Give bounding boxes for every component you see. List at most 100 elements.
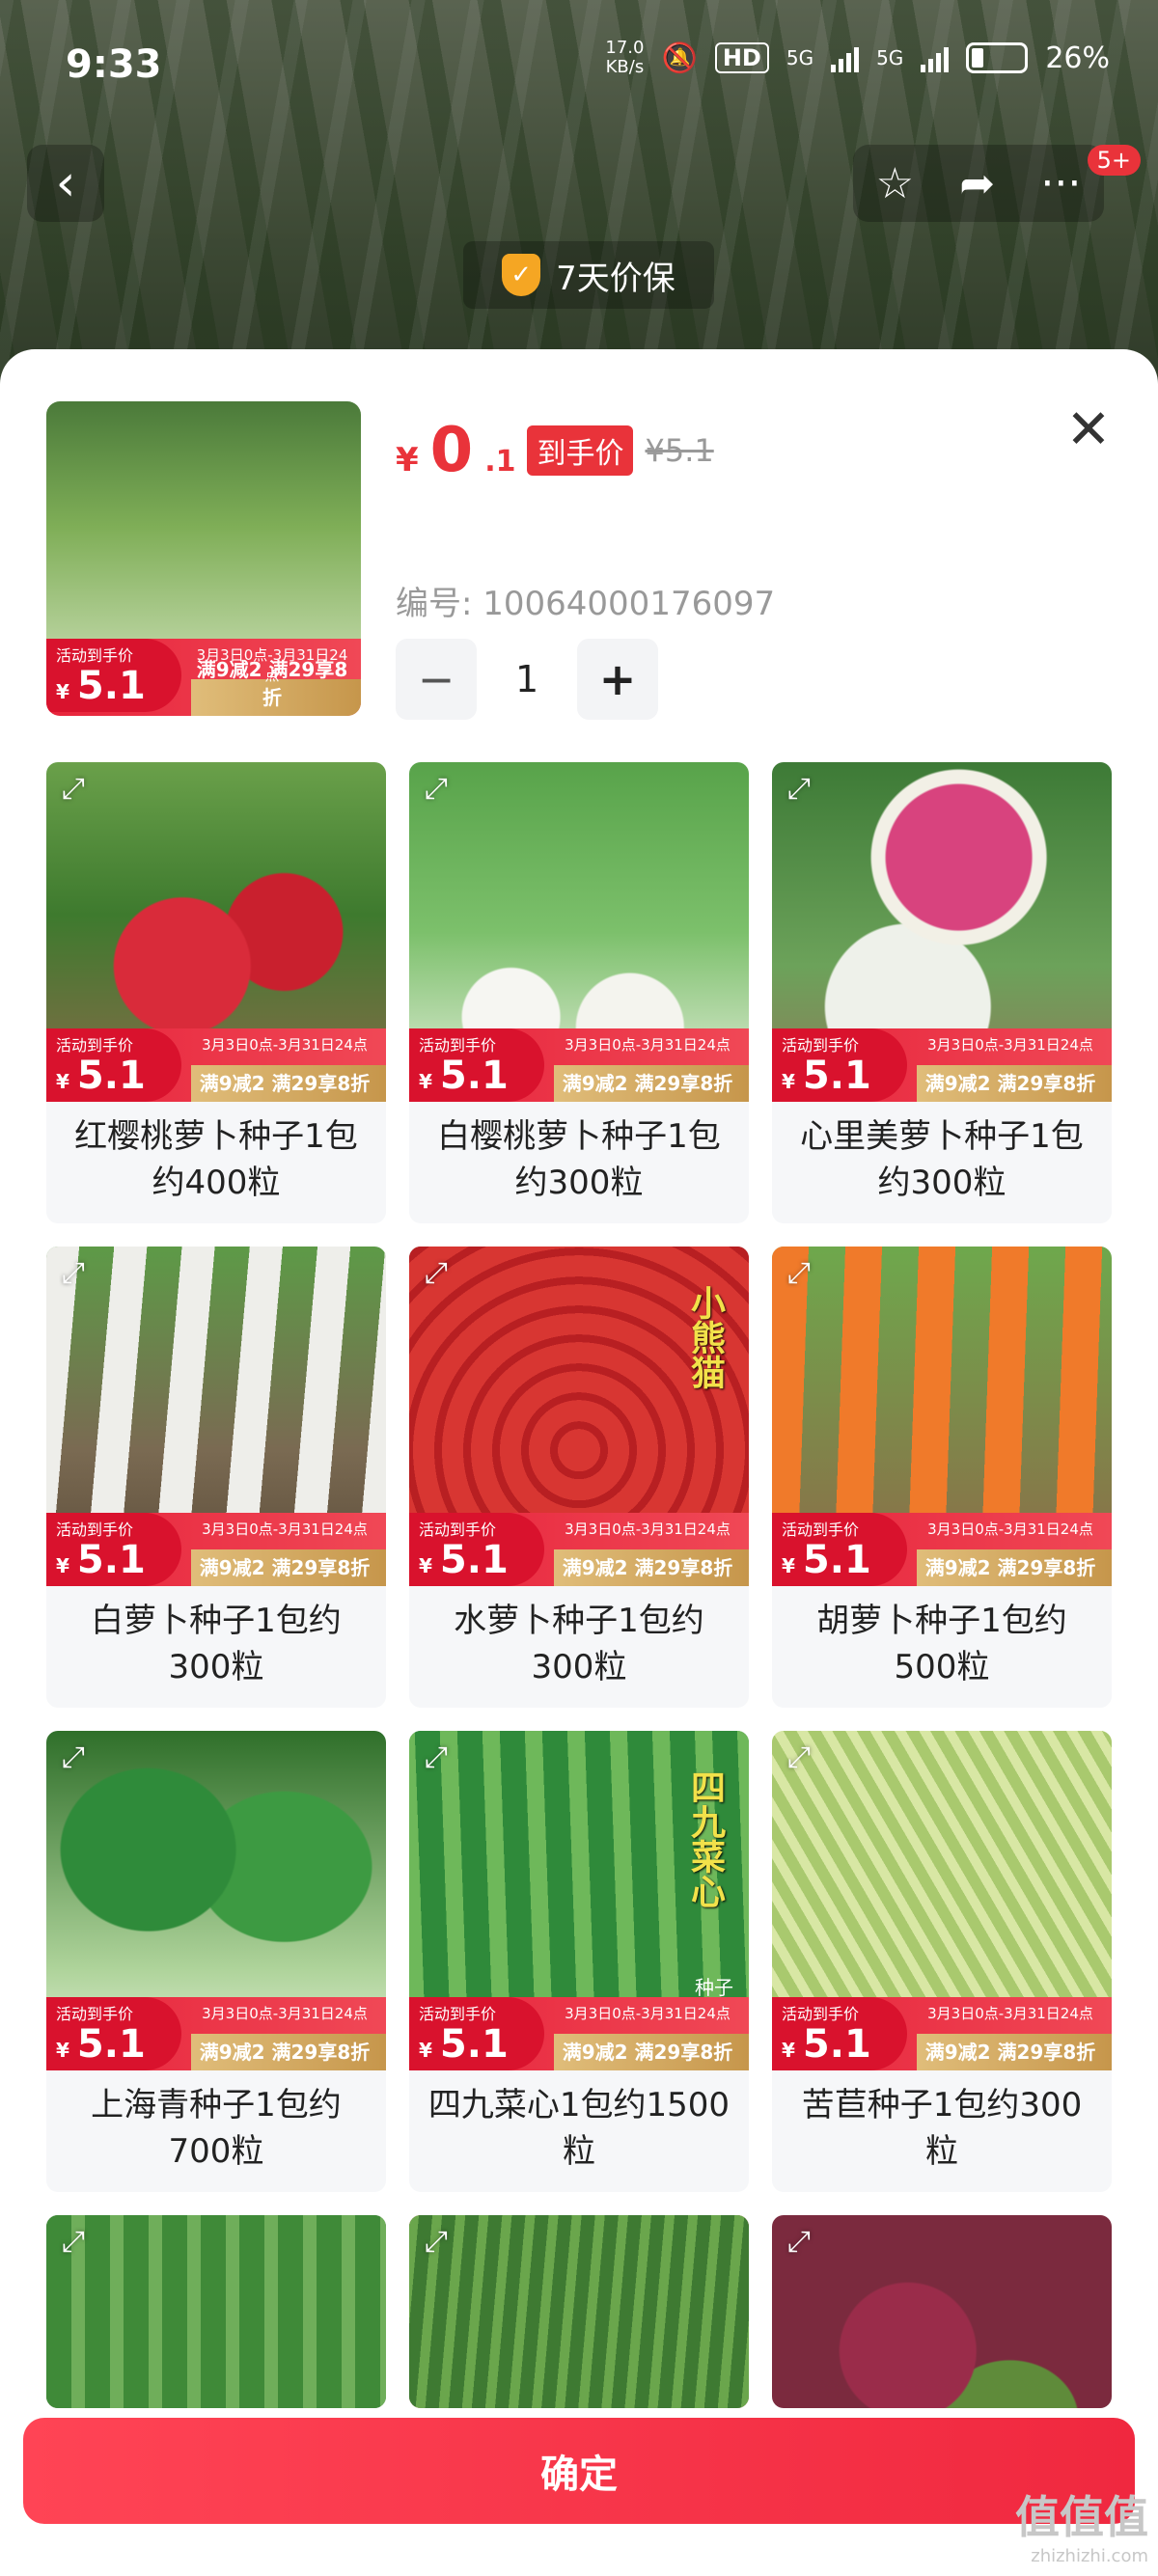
signal-icon bbox=[831, 43, 860, 72]
promo-label: 活动到手价 bbox=[56, 2005, 134, 2023]
star-icon[interactable]: ☆ bbox=[876, 159, 914, 208]
sku-title: 苦苣种子1包约300粒 bbox=[801, 2086, 1083, 2171]
promo-date: 3月3日0点-3月31日24点 bbox=[565, 2005, 731, 2022]
sku-title: 上海青种子1包约700粒 bbox=[91, 2086, 342, 2171]
selected-product-image[interactable]: 活动到手价 ¥5.1 3月3日0点-3月31日24点 满9减2 满29享8折 bbox=[46, 401, 361, 716]
currency-symbol: ¥ bbox=[396, 441, 419, 480]
sku-title: 水萝卜种子1包约300粒 bbox=[454, 1602, 704, 1686]
mute-icon: 🔕 bbox=[661, 41, 698, 75]
sku-card[interactable]: ⤢ 活动到手价 ¥5.1 3月3日0点-3月31日24点 满9减2 满29享8折 心里美萝… bbox=[772, 762, 1112, 1223]
sku-card[interactable]: ⤢ bbox=[409, 2215, 749, 2408]
promo-price: ¥5.1 bbox=[56, 1538, 146, 1582]
promo-date: 3月3日0点-3月31日24点 bbox=[927, 1521, 1093, 1538]
sku-image: ⤢ 四九菜心 种子 活动到手价 ¥5.1 3月3日0点-3月31日24点 满9减2 满29享… bbox=[409, 1731, 749, 2070]
image-overlay-text: 小熊猫 bbox=[685, 1285, 725, 1389]
promo-date: 3月3日0点-3月31日24点 bbox=[565, 1036, 731, 1054]
sku-title: 白萝卜种子1包约300粒 bbox=[91, 1602, 342, 1686]
promo-strip: 活动到手价 ¥5.1 3月3日0点-3月31日24点 满9减2 满29享8折 bbox=[409, 1513, 749, 1586]
status-icons: 17.0 KB/s 🔕 HD 5G 5G 26% bbox=[605, 39, 1110, 77]
nav-tools: ☆ ➦ ··· bbox=[853, 145, 1104, 222]
sku-card[interactable]: ⤢ 活动到手价 ¥5.1 3月3日0点-3月31日24点 满9减2 满29享8折 白萝卜种… bbox=[46, 1247, 386, 1708]
sku-card[interactable]: ⤢ 小熊猫活动到手价 ¥5.1 3月3日0点-3月31日24点 满9减2 满29享8折水… bbox=[409, 1247, 749, 1708]
sku-card[interactable]: ⤢ bbox=[46, 2215, 386, 2408]
promo-label: 活动到手价 bbox=[419, 2005, 497, 2023]
final-price-tag: 到手价 bbox=[527, 425, 634, 476]
more-icon[interactable]: ··· bbox=[1040, 159, 1081, 208]
promo-deal: 满9减2 满29享8折 bbox=[562, 1556, 733, 1579]
promo-price: ¥5.1 bbox=[782, 1538, 871, 1582]
promo-strip: 活动到手价 ¥5.1 3月3日0点-3月31日24点 满9减2 满29享8折 bbox=[46, 639, 361, 716]
image-overlay-text: 四九菜心 bbox=[685, 1769, 725, 1908]
price-row: ¥ 0 .1 到手价 ¥5.1 bbox=[396, 415, 714, 486]
expand-icon[interactable]: ⤢ bbox=[62, 2225, 96, 2260]
expand-icon[interactable]: ⤢ bbox=[425, 1740, 459, 1775]
sku-image: ⤢ bbox=[772, 2215, 1112, 2408]
sku-card[interactable]: ⤢ 活动到手价 ¥5.1 3月3日0点-3月31日24点满9减2 满29享8折上海青种… bbox=[46, 1731, 386, 2192]
sku-image: ⤢ 活动到手价 ¥5.1 3月3日0点-3月31日24点满9减2 满29享8折 bbox=[772, 1247, 1112, 1586]
quantity-value[interactable]: 1 bbox=[515, 658, 538, 700]
expand-icon[interactable]: ⤢ bbox=[62, 1256, 96, 1291]
sku-image: ⤢ bbox=[46, 2215, 386, 2408]
sku-card[interactable]: ⤢ 活动到手价 ¥5.1 3月3日0点-3月31日24点 满9减2 满29享8折 白樱桃萝… bbox=[409, 762, 749, 1223]
confirm-button[interactable]: 确定 bbox=[23, 2418, 1135, 2524]
sku-title: 白樱桃萝卜种子1包约300粒 bbox=[437, 1117, 721, 1202]
promo-strip: 活动到手价 ¥5.1 3月3日0点-3月31日24点 满9减2 满29享8折 bbox=[409, 1028, 749, 1102]
sku-card[interactable]: ⤢ 活动到手价 ¥5.1 3月3日0点-3月31日24点 满9减2 满29享8折 红樱桃萝… bbox=[46, 762, 386, 1223]
sku-image: ⤢ 活动到手价 ¥5.1 3月3日0点-3月31日24点 满9减2 满29享8折 bbox=[772, 762, 1112, 1102]
back-button[interactable]: ‹ bbox=[27, 145, 104, 222]
promo-label: 活动到手价 bbox=[782, 1036, 860, 1055]
promo-label: 活动到手价 bbox=[782, 1521, 860, 1539]
promo-price: ¥5.1 bbox=[782, 2022, 871, 2067]
close-icon[interactable]: ✕ bbox=[1062, 403, 1116, 457]
sku-title: 胡萝卜种子1包约500粒 bbox=[816, 1602, 1067, 1686]
promo-price: ¥5.1 bbox=[419, 1054, 509, 1098]
battery-level: 26% bbox=[1045, 41, 1110, 75]
expand-icon[interactable]: ⤢ bbox=[62, 772, 96, 807]
sku-card[interactable]: ⤢ 活动到手价 ¥5.1 3月3日0点-3月31日24点满9减2 满29享8折胡萝卜种… bbox=[772, 1247, 1112, 1708]
promo-label: 活动到手价 bbox=[782, 2005, 860, 2023]
expand-icon[interactable]: ⤢ bbox=[787, 1256, 822, 1291]
promo-label: 活动到手价 bbox=[56, 1036, 134, 1055]
sku-image: ⤢ bbox=[409, 2215, 749, 2408]
sku-card[interactable]: ⤢ bbox=[772, 2215, 1112, 2408]
expand-icon[interactable]: ⤢ bbox=[787, 1740, 822, 1775]
price-guard-banner[interactable]: ✓ 7天价保 bbox=[463, 241, 714, 309]
expand-icon[interactable]: ⤢ bbox=[425, 2225, 459, 2260]
net-5g-label-b: 5G bbox=[876, 46, 904, 69]
signal-icon-2 bbox=[921, 43, 950, 72]
sku-sheet: 活动到手价 ¥5.1 3月3日0点-3月31日24点 满9减2 满29享8折 ¥… bbox=[0, 349, 1158, 2576]
net-5g-label-a: 5G bbox=[786, 46, 814, 69]
net-speed: 17.0 KB/s bbox=[605, 38, 645, 77]
promo-deal: 满9减2 满29享8折 bbox=[199, 1556, 371, 1579]
sku-image: ⤢ 活动到手价 ¥5.1 3月3日0点-3月31日24点 满9减2 满29享8折 bbox=[409, 762, 749, 1102]
image-overlay-subtext: 种子 bbox=[695, 1976, 733, 1999]
sku-card[interactable]: ⤢ 活动到手价 ¥5.1 3月3日0点-3月31日24点 满9减2 满29享8折 苦苣种子… bbox=[772, 1731, 1112, 2192]
promo-date: 3月3日0点-3月31日24点 bbox=[202, 2005, 368, 2022]
expand-icon[interactable]: ⤢ bbox=[425, 1256, 459, 1291]
sku-title: 红樱桃萝卜种子1包约400粒 bbox=[74, 1117, 358, 1202]
promo-deal: 满9减2 满29享8折 bbox=[924, 1556, 1096, 1579]
sku-card[interactable]: ⤢ 四九菜心 种子 活动到手价 ¥5.1 3月3日0点-3月31日24点 满9减2 满29享… bbox=[409, 1731, 749, 2192]
expand-icon[interactable]: ⤢ bbox=[787, 2225, 822, 2260]
decrease-button[interactable]: − bbox=[396, 639, 477, 720]
sku-image: ⤢ 活动到手价 ¥5.1 3月3日0点-3月31日24点满9减2 满29享8折 bbox=[46, 1731, 386, 2070]
battery-icon bbox=[966, 42, 1029, 73]
promo-deal: 满9减2 满29享8折 bbox=[199, 1072, 371, 1095]
promo-date: 3月3日0点-3月31日24点 bbox=[202, 1521, 368, 1538]
expand-icon[interactable]: ⤢ bbox=[62, 1740, 96, 1775]
expand-icon[interactable]: ⤢ bbox=[787, 772, 822, 807]
promo-price: ¥5.1 bbox=[419, 2022, 509, 2067]
increase-button[interactable]: + bbox=[577, 639, 658, 720]
promo-date: 3月3日0点-3月31日24点 bbox=[927, 1036, 1093, 1054]
sku-grid: ⤢ 活动到手价 ¥5.1 3月3日0点-3月31日24点 满9减2 满29享8折 红樱桃萝… bbox=[46, 762, 1112, 2408]
sku-code: 编号: 10064000176097 bbox=[396, 585, 776, 623]
share-icon[interactable]: ➦ bbox=[959, 159, 995, 208]
promo-deal: 满9减2 满29享8折 bbox=[199, 2041, 371, 2064]
promo-label: 活动到手价 bbox=[419, 1036, 497, 1055]
expand-icon[interactable]: ⤢ bbox=[425, 772, 459, 807]
promo-strip: 活动到手价 ¥5.1 3月3日0点-3月31日24点 满9减2 满29享8折 bbox=[772, 1028, 1112, 1102]
promo-price: ¥5.1 bbox=[56, 2022, 146, 2067]
promo-strip: 活动到手价 ¥5.1 3月3日0点-3月31日24点 满9减2 满29享8折 bbox=[409, 1997, 749, 2070]
promo-deal: 满9减2 满29享8折 bbox=[924, 1072, 1096, 1095]
quantity-stepper: − 1 + bbox=[396, 639, 658, 720]
